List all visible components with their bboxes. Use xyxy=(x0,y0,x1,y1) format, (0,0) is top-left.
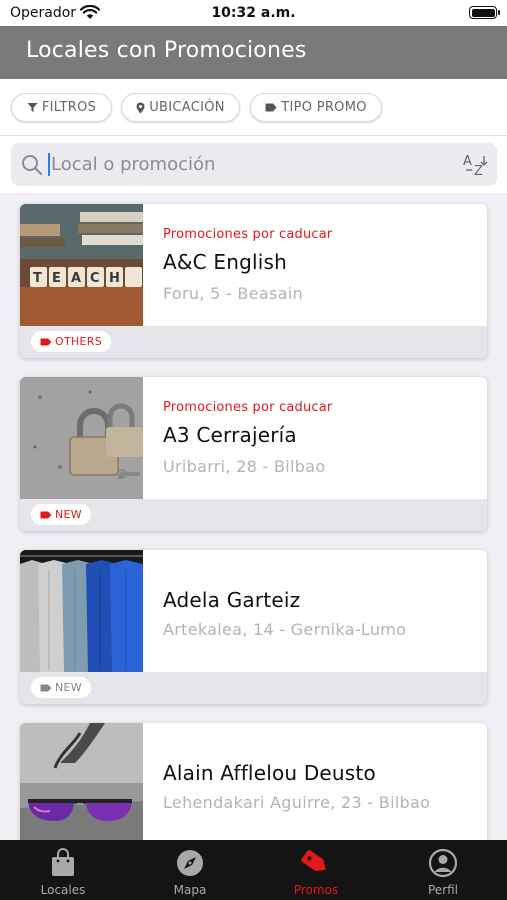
category-label: OTHERS xyxy=(55,335,103,348)
category-label: NEW xyxy=(55,681,82,694)
sort-alpha-icon[interactable]: A Z xyxy=(463,153,489,177)
card-footer: NEW xyxy=(20,672,487,704)
location-pin-icon xyxy=(136,102,145,113)
tab-perfil[interactable]: Perfil xyxy=(380,840,506,900)
tag-icon xyxy=(265,103,277,112)
svg-text:T: T xyxy=(33,271,42,286)
compass-icon xyxy=(177,850,203,876)
search-area: A Z xyxy=(0,136,507,193)
tab-label: Promos xyxy=(293,883,339,897)
tag-icon xyxy=(40,684,52,691)
svg-text:E: E xyxy=(52,271,61,286)
svg-text:A: A xyxy=(463,154,472,169)
tab-label: Perfil xyxy=(427,883,459,897)
profile-icon xyxy=(428,848,458,878)
search-input[interactable] xyxy=(51,148,451,181)
store-name: Alain Afflelou Deusto xyxy=(163,761,376,785)
promo-status: Promociones por caducar xyxy=(163,400,333,415)
card-footer: OTHERS xyxy=(20,326,487,358)
tag-icon xyxy=(40,511,52,518)
promo-status: Promociones por caducar xyxy=(163,227,333,242)
filters-label: FILTROS xyxy=(41,100,97,115)
store-address: Foru, 5 - Beasain xyxy=(163,284,303,303)
filter-icon xyxy=(27,103,38,112)
search-bar[interactable]: A Z xyxy=(11,143,497,186)
battery-icon xyxy=(469,6,500,19)
shopping-bag-icon xyxy=(52,848,74,876)
location-label: UBICACIÓN xyxy=(149,100,225,115)
store-list: T E A C H Promociones por caducar A&C En… xyxy=(0,193,507,840)
category-tag: NEW xyxy=(31,504,91,525)
tag-icon xyxy=(40,338,52,345)
promo-type-label: TIPO PROMO xyxy=(281,100,367,115)
tab-promos[interactable]: Promos xyxy=(253,840,379,900)
card-footer: NEW xyxy=(20,499,487,531)
store-info: Promociones por caducar A3 Cerrajería Ur… xyxy=(163,377,477,499)
text-cursor xyxy=(48,153,50,176)
svg-text:Z: Z xyxy=(474,164,483,177)
filters-button[interactable]: FILTROS xyxy=(11,93,112,122)
store-address: Artekalea, 14 - Gernika-Lumo xyxy=(163,620,407,639)
store-address: Uribarri, 28 - Bilbao xyxy=(163,457,326,476)
search-icon xyxy=(22,155,43,176)
store-name: A3 Cerrajería xyxy=(163,423,297,447)
tab-label: Mapa xyxy=(173,883,207,897)
store-image-sunglasses xyxy=(20,723,143,840)
store-card[interactable]: Alain Afflelou Deusto Lehendakari Aguirr… xyxy=(20,723,487,840)
tab-locales[interactable]: Locales xyxy=(0,840,126,900)
category-label: NEW xyxy=(55,508,82,521)
store-card[interactable]: Adela Garteiz Artekalea, 14 - Gernika-Lu… xyxy=(20,550,487,704)
store-info: Alain Afflelou Deusto Lehendakari Aguirr… xyxy=(163,723,477,840)
store-info: Adela Garteiz Artekalea, 14 - Gernika-Lu… xyxy=(163,550,477,672)
store-info: Promociones por caducar A&C English Foru… xyxy=(163,204,477,326)
store-image-padlock xyxy=(20,377,143,499)
category-tag: NEW xyxy=(31,677,91,698)
store-name: A&C English xyxy=(163,250,288,274)
nav-header: Locales con Promociones xyxy=(0,26,507,79)
category-tag: OTHERS xyxy=(31,331,112,352)
store-name: Adela Garteiz xyxy=(163,588,301,612)
svg-text:H: H xyxy=(109,271,120,286)
svg-text:C: C xyxy=(90,271,100,286)
status-bar: Operador 10:32 a.m. xyxy=(0,0,507,26)
tab-bar: Locales Mapa Promos Perfil xyxy=(0,840,507,900)
store-address: Lehendakari Aguirre, 23 - Bilbao xyxy=(163,793,431,812)
page-title: Locales con Promociones xyxy=(26,38,307,63)
store-card[interactable]: Promociones por caducar A3 Cerrajería Ur… xyxy=(20,377,487,531)
tab-label: Locales xyxy=(40,883,86,897)
location-button[interactable]: UBICACIÓN xyxy=(121,93,240,122)
store-image-teach-blocks: T E A C H xyxy=(20,204,143,326)
svg-text:A: A xyxy=(71,271,81,286)
filter-bar: FILTROS UBICACIÓN TIPO PROMO xyxy=(0,79,507,136)
store-card[interactable]: T E A C H Promociones por caducar A&C En… xyxy=(20,204,487,358)
store-image-clothing-rack xyxy=(20,550,143,672)
promo-type-button[interactable]: TIPO PROMO xyxy=(250,93,382,122)
clock: 10:32 a.m. xyxy=(211,5,296,21)
tag-icon xyxy=(301,850,326,872)
tab-mapa[interactable]: Mapa xyxy=(127,840,253,900)
